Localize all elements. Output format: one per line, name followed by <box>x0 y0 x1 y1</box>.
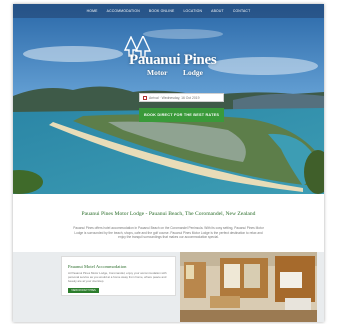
arrival-date-input[interactable] <box>149 95 219 100</box>
logo-name: Pauanui Pines <box>129 52 217 68</box>
main-navigation: HOME ACCOMMODATION BOOK ONLINE LOCATION … <box>13 4 324 18</box>
card-text: At Pauanui Pines Motor Lodge, Coromandel… <box>68 271 167 283</box>
card-title: Pauanui Motel Accommodation <box>68 264 127 269</box>
nav-item-about[interactable]: ABOUT <box>211 9 224 13</box>
arrival-date-field[interactable] <box>139 93 224 102</box>
view-room-types-button[interactable]: VIEW ROOM TYPES <box>68 288 99 293</box>
intro-paragraph: Pauanui Pines offers hotel accommodation… <box>73 226 264 240</box>
room-interior-image <box>180 252 317 322</box>
logo-subtitle-lodge: Lodge <box>183 68 204 77</box>
nav-item-location[interactable]: LOCATION <box>183 9 202 13</box>
browser-page: Pauanui Pines Motor Lodge BOOK DIRECT FO… <box>13 4 324 322</box>
book-direct-button[interactable]: BOOK DIRECT FOR THE BEST RATES <box>139 108 224 122</box>
nav-item-accommodation[interactable]: ACCOMMODATION <box>107 9 140 13</box>
nav-item-book-online[interactable]: BOOK ONLINE <box>149 9 175 13</box>
page-heading: Pauanui Pines Motor Lodge - Pauanui Beac… <box>81 211 256 217</box>
calendar-icon <box>143 95 147 100</box>
nav-item-home[interactable]: HOME <box>87 9 98 13</box>
nav-item-contact[interactable]: CONTACT <box>233 9 251 13</box>
site-logo[interactable]: Pauanui Pines Motor Lodge <box>123 36 223 77</box>
accommodation-card: Pauanui Motel Accommodation At Pauanui P… <box>61 256 176 296</box>
logo-subtitle-motor: Motor <box>147 68 168 77</box>
hero-banner: Pauanui Pines Motor Lodge BOOK DIRECT FO… <box>13 4 324 194</box>
room-photo <box>180 252 317 322</box>
